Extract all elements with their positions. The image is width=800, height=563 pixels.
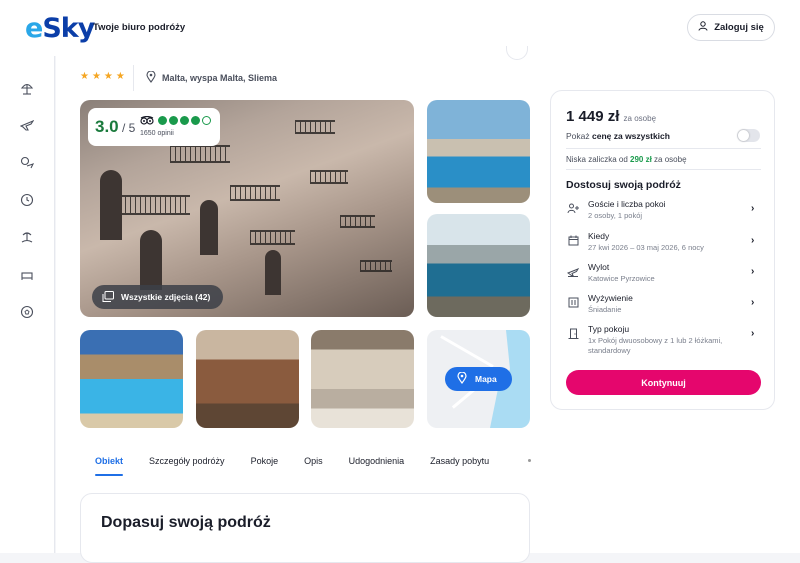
map-pin-icon	[457, 371, 467, 386]
booking-card: 1 449 zł za osobę Pokaż cenę za wszystki…	[550, 90, 775, 410]
deposit-info: Niska zaliczka od 290 zł za osobę	[566, 155, 687, 164]
price: 1 449 zł za osobę	[566, 108, 657, 125]
pool-photo-1[interactable]	[427, 100, 530, 203]
rating-dot-filled	[169, 116, 178, 125]
more-tabs-indicator	[528, 459, 531, 462]
hotel-stars: ★★★★	[80, 71, 128, 82]
top-header: eSky Twoje biuro podróży Zaloguj się	[0, 0, 800, 56]
chevron-right-icon: ›	[751, 203, 755, 214]
login-label: Zaloguj się	[714, 22, 764, 33]
tagline: Twoje biuro podróży	[93, 22, 186, 33]
guests-icon	[566, 201, 580, 215]
rating-dots	[158, 116, 211, 125]
gallery-icon	[102, 290, 114, 304]
map-button[interactable]: Mapa	[445, 367, 512, 391]
section-tabs: Obiekt Szczegóły podróży Pokoje Opis Udo…	[80, 450, 515, 476]
beach-umbrella-icon[interactable]	[19, 80, 35, 96]
all-photos-label: Wszystkie zdjęcia (42)	[121, 292, 211, 302]
tab-zasady-pobytu[interactable]: Zasady pobytu	[430, 450, 489, 474]
user-icon	[698, 21, 708, 34]
divider	[566, 169, 761, 170]
hotel-bed-icon[interactable]	[19, 267, 35, 283]
last-minute-clock-icon[interactable]	[19, 192, 35, 208]
lobby-photo[interactable]	[311, 330, 414, 428]
option-departure[interactable]: Wylot Katowice Pyrzowice ›	[566, 262, 761, 284]
customize-title: Dostosuj swoją podróż	[566, 179, 681, 191]
reception-photo[interactable]	[196, 330, 299, 428]
hotel-location[interactable]: Malta, wyspa Malta, Sliema	[146, 70, 278, 85]
tripadvisor-icon	[140, 115, 154, 128]
continue-button[interactable]: Kontynuuj	[566, 370, 761, 395]
plane-icon[interactable]	[19, 117, 35, 133]
divider	[566, 148, 761, 149]
rating-score: 3.0 / 5	[95, 117, 136, 136]
pool-photo-2[interactable]	[427, 214, 530, 317]
chevron-right-icon: ›	[751, 297, 755, 308]
chevron-right-icon: ›	[751, 235, 755, 246]
tab-pokoje[interactable]: Pokoje	[251, 450, 279, 474]
option-guests[interactable]: Goście i liczba pokoi 2 osoby, 1 pokój ›	[566, 199, 761, 221]
divider	[133, 65, 134, 91]
chevron-right-icon: ›	[751, 328, 755, 339]
map-label: Mapa	[475, 374, 497, 384]
total-price-toggle[interactable]	[737, 129, 760, 142]
rooftop-pool-photo[interactable]	[80, 330, 183, 428]
departure-plane-icon	[566, 264, 580, 278]
tab-udogodnienia[interactable]: Udogodnienia	[349, 450, 405, 474]
location-text: Malta, wyspa Malta, Sliema	[162, 73, 278, 83]
room-door-icon	[566, 326, 580, 340]
option-room-type[interactable]: Typ pokoju 1x Pokój dwuosobowy z 1 lub 2 …	[566, 324, 761, 356]
tab-opis[interactable]: Opis	[304, 450, 323, 474]
all-photos-button[interactable]: Wszystkie zdjęcia (42)	[92, 285, 223, 309]
rating-dot-filled	[191, 116, 200, 125]
island-icon[interactable]	[19, 229, 35, 245]
option-dates[interactable]: Kiedy 27 kwi 2026 – 03 maj 2026, 6 nocy ›	[566, 231, 761, 253]
rating-dot-empty	[202, 116, 211, 125]
rating-dot-filled	[158, 116, 167, 125]
tab-obiekt[interactable]: Obiekt	[95, 450, 124, 476]
option-meals[interactable]: Wyżywienie Śniadanie ›	[566, 293, 761, 315]
meals-icon	[566, 295, 580, 309]
opinions-count: 1650 opinii	[140, 130, 174, 137]
soccer-icon[interactable]	[19, 304, 35, 320]
chevron-right-icon: ›	[751, 266, 755, 277]
flights-hotel-icon[interactable]	[19, 154, 35, 170]
calendar-icon	[566, 233, 580, 247]
rating-card[interactable]: 3.0 / 5 1650 opinii	[88, 108, 220, 146]
location-pin-icon	[146, 70, 156, 85]
show-total-price-label: Pokaż cenę za wszystkich	[566, 131, 670, 141]
tab-szczegoly-podrozy[interactable]: Szczegóły podróży	[149, 450, 225, 474]
login-button[interactable]: Zaloguj się	[687, 14, 775, 41]
rating-dot-filled	[180, 116, 189, 125]
adapt-trip-title: Dopasuj swoją podróż	[101, 514, 271, 531]
left-sidebar	[0, 56, 55, 553]
esky-logo[interactable]: eSky	[25, 13, 95, 44]
